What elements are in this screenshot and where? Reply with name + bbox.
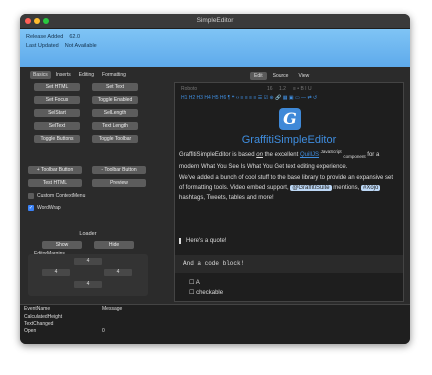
updated-row: Last Updated Not Available (26, 43, 103, 49)
app-window: SimpleEditor Release Added 62.0 Last Upda… (20, 14, 410, 344)
paragraph-features: We've added a bunch of cool stuff to the… (179, 173, 395, 203)
checklist-item-2[interactable]: ☐ checkable (189, 289, 223, 296)
line-height-select[interactable]: 1.2 (279, 86, 286, 92)
editor-content[interactable]: G GraffitiSimpleEditor GraffitiSimpleEdi… (175, 105, 403, 301)
margin-top-field[interactable]: 4 (74, 258, 102, 265)
quilljs-link[interactable]: QuillJS (300, 152, 319, 158)
message-cell: 0 (102, 328, 105, 334)
event-name-cell: Open (24, 328, 37, 334)
checklist-item-1-text: A (195, 280, 200, 286)
editor-mode-tabs: Edit Source View (250, 72, 313, 80)
tab-editing[interactable]: Editing (76, 71, 97, 79)
graffiti-logo-icon: G (279, 108, 301, 130)
preview-button[interactable]: Preview (92, 179, 146, 187)
font-size-select[interactable]: 16 (267, 86, 273, 92)
block-format-icons[interactable]: H1 H2 H3 H4 H5 H6 ¶ ❝ ‹› ≡ ≡ ≡ ≡ ☰ ☑ ⊕ 🔗… (181, 95, 317, 101)
table-row[interactable]: CalculatedHeight (24, 314, 62, 320)
paragraph-intro: GraffitiSimpleEditor is based on the exc… (179, 147, 395, 172)
editor-panel: Edit Source View Roboto 16 1.2 ≡ • B I U… (166, 69, 410, 302)
checklist-item-1[interactable]: ☐ A (189, 279, 200, 286)
toggle-enabled-button[interactable]: Toggle Enabled (92, 96, 138, 104)
mention-pill[interactable]: @GraffitiSuite (290, 185, 332, 191)
margin-left-field[interactable]: 4 (42, 269, 70, 276)
sel-length-button[interactable]: SelLength (92, 109, 138, 117)
intro-text: GraffitiSimpleEditor is based (179, 152, 257, 158)
margin-bottom-field[interactable]: 4 (74, 281, 102, 288)
set-text-button[interactable]: Set Text (92, 83, 138, 91)
toggle-buttons-button[interactable]: Toggle Buttons (34, 135, 80, 143)
set-html-button[interactable]: Set HTML (34, 83, 80, 91)
hide-loader-button[interactable]: Hide (94, 241, 134, 249)
column-header-event-name[interactable]: EventName (24, 306, 50, 312)
checkbox-unchecked-icon (28, 193, 34, 199)
word-wrap-label: WordWrap (37, 205, 61, 211)
control-panel: Basics Inserts Editing Formatting Set HT… (20, 69, 156, 302)
event-log[interactable]: EventName Message CalculatedHeight TextC… (20, 304, 410, 344)
title-bar: SimpleEditor (20, 14, 410, 29)
intro-on-text: on (256, 152, 263, 158)
release-row: Release Added 62.0 (26, 34, 86, 40)
table-row[interactable]: Open 0 (24, 328, 105, 334)
tab-edit[interactable]: Edit (250, 72, 267, 80)
format-icons[interactable]: ≡ • B I U (293, 86, 312, 92)
set-focus-button[interactable]: Set Focus (34, 96, 80, 104)
remove-toolbar-button[interactable]: - Toolbar Button (92, 166, 146, 174)
table-row[interactable]: TextChanged (24, 321, 53, 327)
custom-context-menu-label: Custom ContextMenu (37, 193, 86, 199)
blockquote: Here's a quote! (179, 238, 227, 244)
last-updated-label: Last Updated (26, 43, 59, 49)
content-heading: GraffitiSimpleEditor (241, 134, 337, 146)
editor-margins-group: 4 4 4 4 (28, 254, 148, 296)
panel-tabs: Basics Inserts Editing Formatting (30, 71, 129, 79)
checkbox-icon[interactable]: ☐ (189, 280, 194, 286)
checkmark-icon: ✓ (28, 205, 34, 211)
rich-text-editor[interactable]: Roboto 16 1.2 ≡ • B I U H1 H2 H3 H4 H5 H… (174, 82, 404, 302)
checklist-item-2-text: checkable (196, 290, 224, 296)
custom-context-menu-checkbox[interactable]: Custom ContextMenu (28, 193, 85, 199)
tab-inserts[interactable]: Inserts (53, 71, 74, 79)
release-label: Release Added (26, 34, 64, 40)
margin-right-field[interactable]: 4 (104, 269, 132, 276)
tab-formatting[interactable]: Formatting (99, 71, 129, 79)
intro-the-text: the excellent (262, 152, 300, 158)
last-updated-value: Not Available (64, 43, 97, 49)
loader-heading: Loader (79, 231, 97, 237)
features-mentions-text: mentions, (331, 185, 361, 191)
release-value: 62.0 (69, 34, 81, 40)
sel-text-button[interactable]: SelText (34, 122, 80, 130)
text-length-button[interactable]: Text Length (92, 122, 138, 130)
tab-view[interactable]: View (294, 72, 313, 80)
hashtag-pill[interactable]: #Xojo (360, 185, 381, 191)
column-header-message[interactable]: Message (102, 306, 122, 312)
show-loader-button[interactable]: Show (42, 241, 82, 249)
superscript-text: JavaScript (320, 149, 342, 154)
event-name-cell: TextChanged (24, 321, 54, 327)
event-name-cell: CalculatedHeight (24, 314, 63, 320)
window-title: SimpleEditor (196, 17, 234, 24)
code-block: And a code block! (175, 255, 403, 273)
add-toolbar-button[interactable]: + Toolbar Button (28, 166, 82, 174)
info-header: Release Added 62.0 Last Updated Not Availa… (20, 29, 410, 67)
tab-basics[interactable]: Basics (30, 71, 51, 79)
tab-source[interactable]: Source (269, 72, 293, 80)
word-wrap-checkbox[interactable]: ✓ WordWrap (28, 205, 61, 211)
checkbox-icon[interactable]: ☐ (189, 290, 194, 296)
editor-toolbar: Roboto 16 1.2 ≡ • B I U H1 H2 H3 H4 H5 H… (175, 83, 403, 105)
sel-start-button[interactable]: SelStart (34, 109, 80, 117)
font-select[interactable]: Roboto (181, 86, 197, 92)
subscript-text: component (343, 154, 366, 160)
features-rest-text: hashtags, Tweets, tables and more! (179, 195, 274, 201)
toggle-toolbar-button[interactable]: Toggle Toolbar (92, 135, 138, 143)
test-html-button[interactable]: Test HTML (28, 179, 82, 187)
